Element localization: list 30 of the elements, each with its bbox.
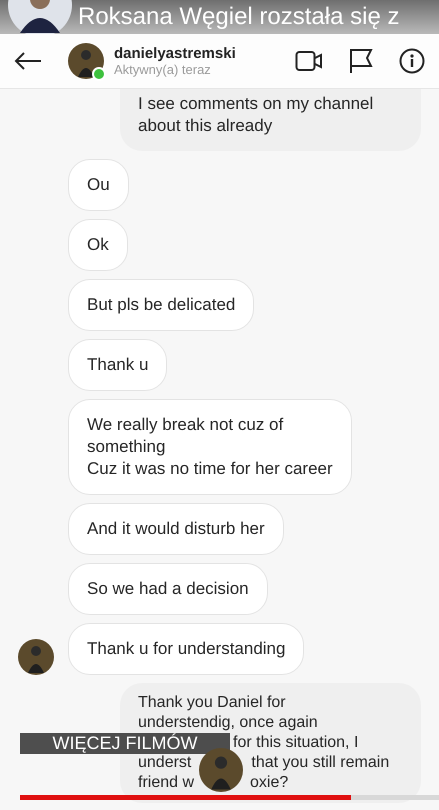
seen-avatar — [199, 748, 243, 792]
activity-status: Aktywny(a) teraz — [114, 62, 212, 77]
message-text: And it would disturb her — [87, 518, 265, 540]
user-avatar — [68, 43, 104, 79]
info-icon[interactable] — [399, 48, 425, 74]
message-text: But pls be delicated — [87, 294, 236, 316]
message-text: So we had a decision — [87, 578, 249, 600]
message-text: friend w — [138, 774, 194, 791]
message-text: that you still remain — [251, 754, 390, 771]
message-text: Ok — [87, 234, 109, 256]
message-text: We really break not cuz of — [87, 414, 284, 436]
message-text: Cuz it was no time for her career — [87, 458, 333, 480]
message-text: something — [87, 436, 166, 458]
message-text: Thank u for understanding — [87, 638, 286, 660]
sender-avatar — [18, 639, 54, 675]
message-text: I see comments on my channel — [138, 93, 374, 115]
message-text: oxie? — [250, 774, 288, 791]
username: danielyastremski — [114, 45, 237, 62]
message-text: understendig, once again — [138, 713, 319, 733]
message-text: Thank you Daniel for — [138, 693, 287, 713]
video-progress-bar[interactable] — [20, 795, 439, 800]
flag-icon[interactable] — [349, 48, 373, 74]
video-camera-icon[interactable] — [295, 50, 323, 72]
message-text: for this situation, I — [233, 734, 358, 751]
more-videos-button[interactable]: WIĘCEJ FILMÓW — [20, 733, 230, 754]
message-text: about this already — [138, 115, 274, 137]
message-text: Ou — [87, 174, 110, 196]
back-icon[interactable] — [14, 51, 42, 71]
message-text: Thank u — [87, 354, 148, 376]
message-text: underst — [138, 754, 192, 771]
